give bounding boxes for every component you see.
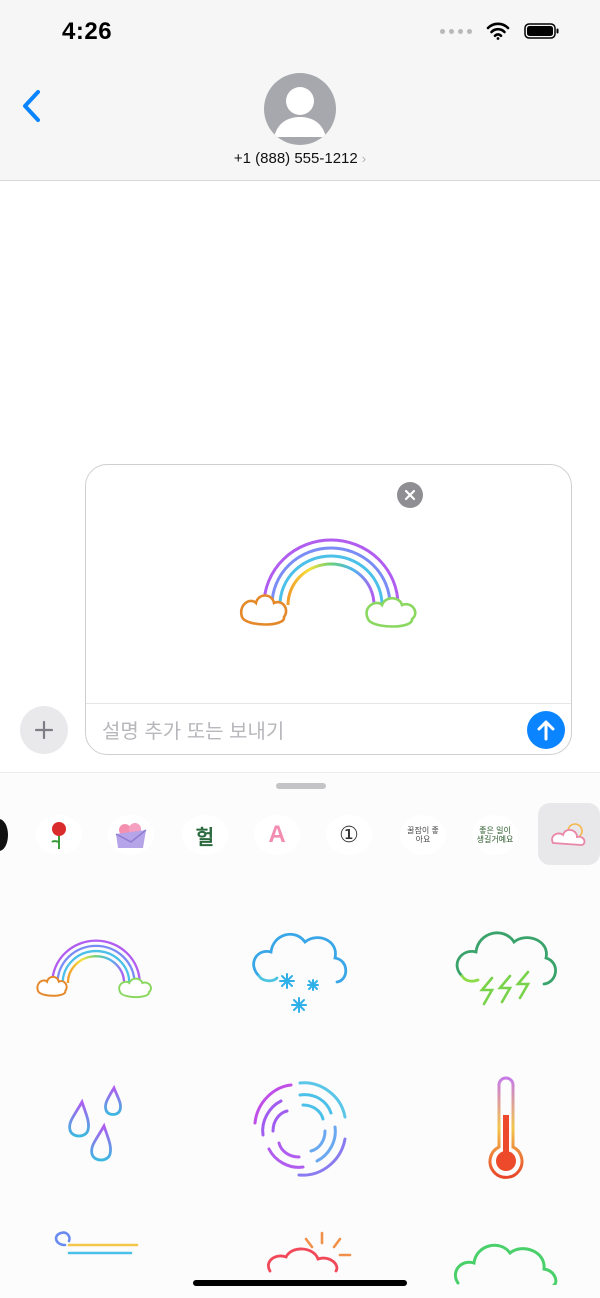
sticker-snow-cloud[interactable] (230, 905, 370, 1035)
signal-dots-icon (440, 28, 472, 34)
send-button[interactable] (527, 711, 565, 749)
pack-weather[interactable] (538, 803, 600, 865)
compose-box[interactable]: 설명 추가 또는 보내기 (85, 464, 572, 755)
pack-number-one[interactable]: ① (326, 815, 372, 855)
person-icon (274, 87, 326, 137)
back-button[interactable] (18, 88, 50, 124)
status-time: 4:26 (62, 18, 113, 45)
cloud-sun-icon (551, 823, 586, 846)
pack-partial-edge[interactable] (0, 819, 8, 851)
status-icons (440, 22, 560, 40)
pack-letter-a[interactable]: A (254, 815, 300, 855)
sticker-cloud[interactable] (436, 1225, 576, 1298)
sticker-thunder-cloud[interactable] (436, 905, 576, 1035)
sticker-pack-row: 헐 A ① 꿀잠이 좋아요 좋은 일이 생길거예요 (0, 803, 600, 867)
arrow-up-icon (537, 720, 555, 741)
remove-sticker-button[interactable] (397, 482, 423, 508)
drawer-drag-handle[interactable] (276, 783, 326, 789)
wind-icon (54, 1231, 139, 1255)
close-icon (404, 489, 416, 501)
sticker-sun-cloud[interactable] (230, 1225, 370, 1298)
status-bar: 4:26 (0, 0, 600, 62)
pack-rose[interactable] (36, 815, 82, 855)
message-input[interactable]: 설명 추가 또는 보내기 (102, 715, 502, 744)
attached-sticker[interactable] (236, 535, 426, 635)
sticker-wind[interactable] (26, 1225, 166, 1298)
sticker-drawer: 헐 A ① 꿀잠이 좋아요 좋은 일이 생길거예요 (0, 772, 600, 1298)
rainbow-sticker (239, 538, 417, 628)
sticker-raindrops[interactable] (26, 1065, 166, 1195)
sticker-swirl[interactable] (230, 1065, 370, 1195)
wifi-icon (486, 22, 510, 40)
add-attachment-button[interactable] (20, 706, 68, 754)
sticker-thermometer[interactable] (436, 1065, 576, 1195)
cloud-icon (453, 1243, 558, 1285)
envelope-icon (115, 823, 147, 848)
swirl-icon (253, 1081, 347, 1177)
pack-korean-text[interactable]: 헐 (182, 815, 228, 855)
chevron-right-icon: › (361, 151, 367, 166)
rainbow-sticker-icon (36, 939, 152, 999)
compose-divider (86, 703, 571, 704)
plus-icon (34, 720, 54, 740)
pack-flowers-envelope[interactable] (108, 815, 154, 855)
snow-cloud-icon (252, 932, 348, 1013)
pack-korean-phrase-1[interactable]: 꿀잠이 좋아요 (400, 815, 446, 855)
home-indicator[interactable] (193, 1280, 407, 1286)
raindrops-icon (68, 1084, 122, 1162)
battery-icon (524, 23, 559, 39)
sticker-rainbow[interactable] (26, 905, 166, 1035)
contact-name[interactable]: +1 (888) 555-1212 › (0, 150, 600, 167)
thunder-cloud-icon (455, 931, 557, 1006)
contact-number: +1 (888) 555-1212 (233, 150, 358, 167)
thermometer-icon (488, 1076, 524, 1179)
sun-cloud-icon (267, 1231, 352, 1273)
contact-avatar[interactable] (264, 73, 336, 145)
pack-korean-phrase-2[interactable]: 좋은 일이 생길거예요 (472, 815, 518, 855)
chevron-left-icon (23, 90, 40, 122)
rose-icon (51, 822, 66, 849)
